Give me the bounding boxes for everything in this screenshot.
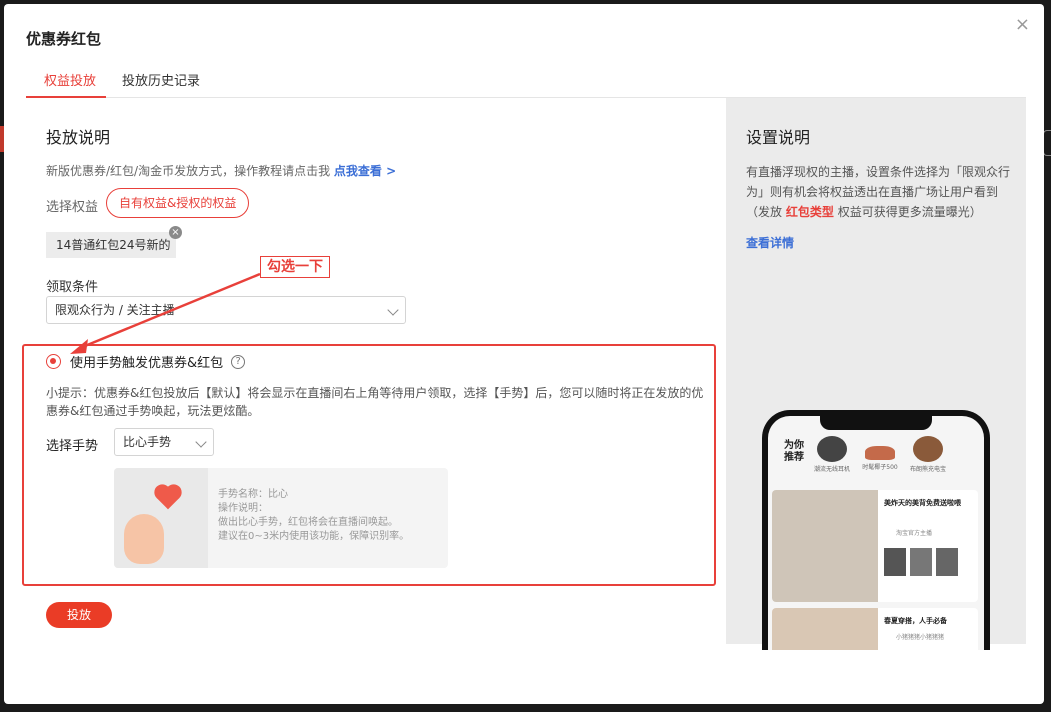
choose-rights-label: 选择权益 — [46, 200, 99, 215]
left-panel: 投放说明 新版优惠券/红包/淘金币发放方式，操作教程请点击我 点我查看 > 选择… — [22, 98, 724, 704]
right-panel: 设置说明 有直播浮现权的主播，设置条件选择为「限观众行为」则有机会将权益透出在直… — [726, 98, 1026, 650]
live-card-title: 春夏穿搭，人手必备 — [884, 617, 947, 625]
product-name: 潮流无线耳机 — [813, 466, 850, 473]
gesture-label: 选择手势 — [46, 439, 99, 454]
red-packet-type: 红包类型 — [785, 205, 834, 219]
settings-desc-post: 权益可获得更多流量曝光） — [837, 205, 982, 219]
gesture-option-label: 使用手势触发优惠券&红包 — [70, 356, 224, 371]
live-card-shop: 小猪猪猪小猪猪猪 — [896, 634, 945, 641]
live-cover-image — [772, 608, 878, 650]
submit-button[interactable]: 投放 — [46, 602, 112, 628]
coupon-tag: 14普通红包24号新的 × — [46, 226, 182, 258]
product-item: 潮流无线耳机 — [812, 436, 852, 476]
gesture-preview-card: 手势名称：比心 操作说明： 做出比心手势，红包将会在直播间唤起。 建议在0~3米… — [114, 468, 448, 568]
tutorial-link[interactable]: 点我查看 > — [334, 164, 396, 178]
condition-select[interactable]: 限观众行为 / 关注主播 — [46, 296, 406, 324]
product-name: 布朗熊充电宝 — [909, 466, 946, 473]
gesture-info: 手势名称：比心 操作说明： 做出比心手势，红包将会在直播间唤起。 建议在0~3米… — [218, 488, 409, 544]
hand-icon — [124, 514, 164, 564]
bear-icon — [913, 436, 943, 462]
product-thumbnail — [884, 548, 906, 576]
tab-delivery-history[interactable]: 投放历史记录 — [122, 70, 200, 89]
background-side-tab — [1043, 130, 1051, 156]
chevron-down-icon — [195, 436, 207, 448]
tab-rights-delivery[interactable]: 权益投放 — [44, 70, 96, 89]
delivery-desc-text: 新版优惠券/红包/淘金币发放方式，操作教程请点击我 — [46, 164, 331, 178]
phone-preview: 为你推荐 潮流无线耳机 时髦椰子500 布朗熊充电宝 美炸天的美背免费送啦喂 淘… — [762, 410, 990, 650]
tag-close-icon[interactable]: × — [169, 226, 182, 239]
gesture-line2: 建议在0~3米内使用该功能，保障识别率。 — [218, 531, 410, 542]
sneaker-icon — [865, 446, 895, 460]
product-item: 布朗熊充电宝 — [908, 436, 948, 476]
condition-label: 领取条件 — [46, 280, 99, 295]
gesture-op: 操作说明： — [218, 503, 268, 514]
live-card-title: 美炸天的美背免费送啦喂 — [884, 499, 961, 507]
coupon-modal: 优惠券红包 × 权益投放 投放历史记录 投放说明 新版优惠券/红包/淘金币发放方… — [4, 4, 1044, 704]
product-name: 时髦椰子500 — [862, 464, 898, 471]
product-thumbnail — [910, 548, 932, 576]
condition-value: 限观众行为 / 关注主播 — [55, 303, 175, 317]
gesture-option-row[interactable]: 使用手势触发优惠券&红包 ? — [46, 352, 246, 371]
product-item: 时髦椰子500 — [860, 436, 900, 476]
live-card-shop: 淘宝官方主播 — [896, 530, 933, 537]
coupon-tag-label: 14普通红包24号新的 — [56, 238, 171, 252]
gesture-tip: 小提示：优惠券&红包投放后【默认】将会显示在直播间右上角等待用户领取，选择【手势… — [46, 386, 704, 418]
gesture-value: 比心手势 — [123, 435, 172, 449]
live-card: 美炸天的美背免费送啦喂 淘宝官方主播 — [772, 490, 978, 602]
headphones-icon — [817, 436, 847, 462]
tab-bar: 权益投放 投放历史记录 — [26, 66, 1026, 98]
gesture-name: 手势名称：比心 — [218, 489, 288, 500]
annotation-callout: 勾选一下 — [260, 256, 330, 278]
phone-notch — [820, 416, 932, 430]
phone-screen: 为你推荐 潮流无线耳机 时髦椰子500 布朗熊充电宝 美炸天的美背免费送啦喂 淘… — [768, 416, 984, 650]
settings-desc: 有直播浮现权的主播，设置条件选择为「限观众行为」则有机会将权益透出在直播广场让用… — [746, 162, 1014, 222]
live-cover-image — [772, 490, 878, 602]
recommend-label: 为你推荐 — [784, 440, 804, 463]
heart-hand-gesture-image — [114, 468, 208, 568]
chevron-down-icon — [387, 304, 399, 316]
settings-title: 设置说明 — [746, 128, 811, 147]
section-title: 投放说明 — [46, 128, 111, 147]
help-icon[interactable]: ? — [231, 354, 246, 369]
view-details-link[interactable]: 查看详情 — [746, 234, 794, 251]
product-thumbnail — [936, 548, 958, 576]
gesture-line1: 做出比心手势，红包将会在直播间唤起。 — [218, 517, 398, 528]
rights-pill-button[interactable]: 自有权益&授权的权益 — [106, 188, 250, 218]
close-icon[interactable]: × — [1015, 16, 1030, 34]
delivery-desc: 新版优惠券/红包/淘金币发放方式，操作教程请点击我 点我查看 > — [46, 162, 396, 179]
modal-title: 优惠券红包 — [26, 30, 102, 48]
heart-icon — [156, 486, 180, 510]
gesture-select[interactable]: 比心手势 — [114, 428, 214, 456]
live-card: 春夏穿搭，人手必备 小猪猪猪小猪猪猪 — [772, 608, 978, 650]
gesture-radio[interactable] — [46, 354, 61, 369]
